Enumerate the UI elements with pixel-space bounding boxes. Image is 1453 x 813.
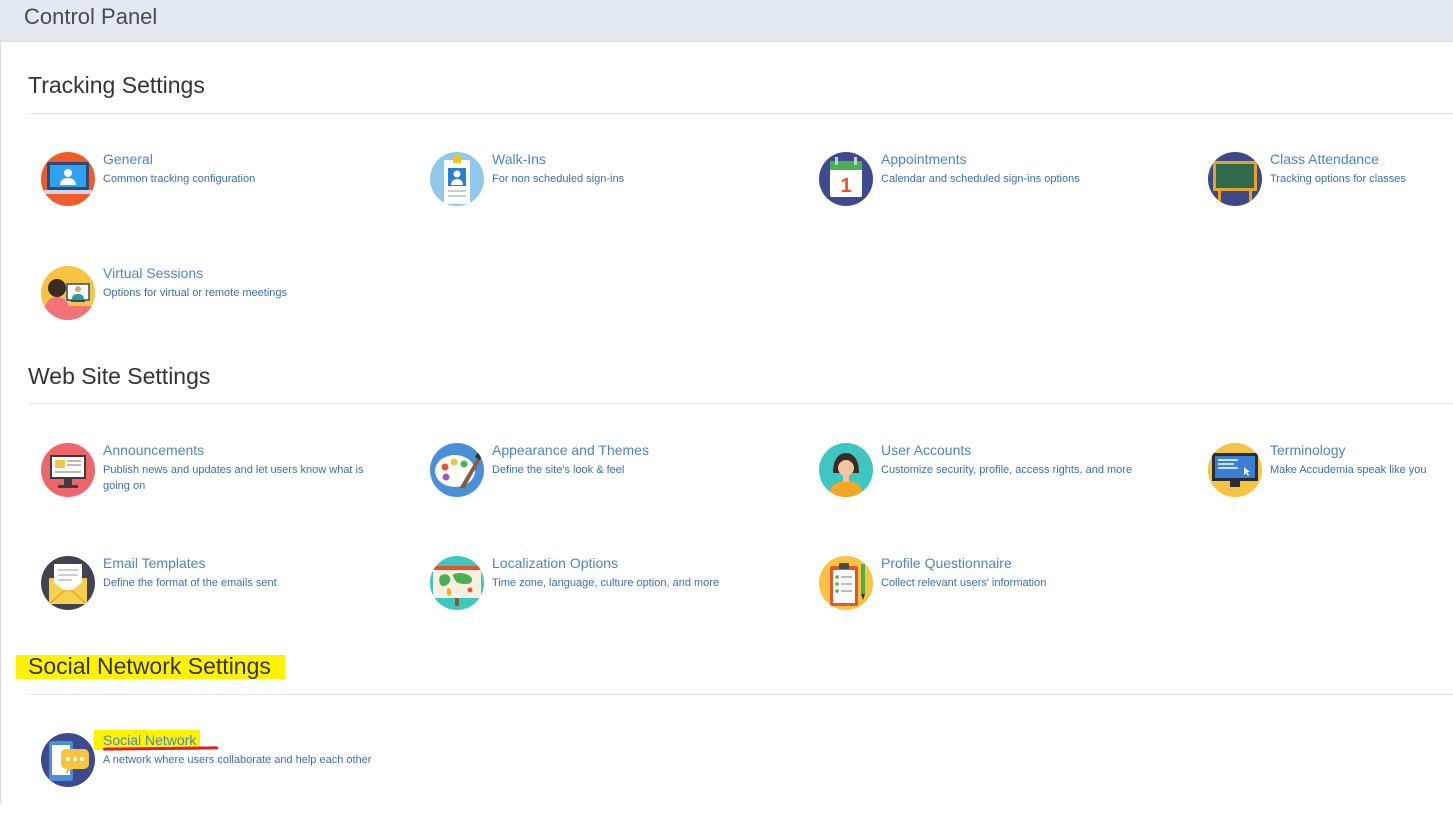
item-description: Define the site's look & feel [492, 464, 625, 476]
settings-item-walk-ins[interactable]: Walk-Ins For non scheduled sign-ins [418, 151, 798, 232]
item-title[interactable]: Email Templates [103, 555, 205, 571]
item-description: Make Accudemia speak like you [1270, 464, 1427, 476]
item-title[interactable]: Class Attendance [1270, 151, 1379, 167]
settings-item-appearance-themes[interactable]: Appearance and Themes Define the site's … [418, 442, 798, 523]
item-description: A network where users collaborate and he… [103, 754, 372, 766]
item-title[interactable]: Profile Questionnaire [881, 555, 1012, 571]
settings-item-social-network[interactable]: Social Network A network where users col… [29, 732, 409, 813]
section-title-tracking: Tracking Settings [28, 72, 205, 98]
clipboard-icon [819, 556, 873, 610]
settings-item-general[interactable]: General Common tracking configuration [29, 151, 409, 232]
section-divider [28, 694, 1453, 695]
item-title[interactable]: General [103, 151, 153, 167]
svg-text:1: 1 [840, 175, 851, 197]
settings-item-email-templates[interactable]: Email Templates Define the format of the… [29, 555, 409, 636]
settings-item-virtual-sessions[interactable]: Virtual Sessions Options for virtual or … [29, 265, 409, 346]
item-description: Collect relevant users' information [881, 577, 1047, 589]
megaphone-icon [41, 443, 95, 497]
item-description: Options for virtual or remote meetings [103, 287, 288, 299]
settings-item-terminology[interactable]: Terminology Make Accudemia speak like yo… [1196, 442, 1453, 523]
item-description: Tracking options for classes [1270, 173, 1406, 185]
item-title[interactable]: Appointments [881, 151, 967, 167]
settings-item-class-attendance[interactable]: Class Attendance Tracking options for cl… [1196, 151, 1453, 232]
settings-item-profile-questionnaire[interactable]: Profile Questionnaire Collect relevant u… [807, 555, 1187, 636]
monitor-icon [1208, 443, 1262, 497]
item-title[interactable]: Announcements [103, 442, 204, 458]
chalkboard-icon [1208, 152, 1262, 206]
item-title[interactable]: Walk-Ins [492, 151, 546, 167]
section-divider [28, 403, 1453, 404]
palette-icon [430, 443, 484, 497]
chat-bubble-icon [41, 733, 95, 787]
settings-item-announcements[interactable]: Announcements Publish news and updates a… [29, 442, 409, 523]
item-title[interactable]: Localization Options [492, 555, 618, 571]
left-border [0, 42, 1, 804]
item-description: Common tracking configuration [103, 173, 256, 185]
section-title-social-network: Social Network Settings [28, 653, 271, 679]
item-title[interactable]: Appearance and Themes [492, 442, 649, 458]
item-description: Calendar and scheduled sign-ins options [881, 173, 1080, 185]
badge-icon [430, 152, 484, 206]
item-description: For non scheduled sign-ins [492, 173, 625, 185]
video-call-icon [41, 266, 95, 320]
control-panel-header: Control Panel [0, 0, 1453, 42]
settings-item-user-accounts[interactable]: User Accounts Customize security, profil… [807, 442, 1187, 523]
item-description: Define the format of the emails sent [103, 577, 277, 589]
page-title: Control Panel [24, 4, 158, 29]
item-description: Time zone, language, culture option, and… [492, 577, 720, 589]
section-title-web-site: Web Site Settings [28, 363, 211, 389]
item-title[interactable]: Social Network [103, 732, 196, 748]
item-title[interactable]: Terminology [1270, 442, 1345, 458]
section-divider [28, 113, 1453, 114]
user-avatar-icon [819, 443, 873, 497]
calendar-icon: 1 [819, 152, 873, 206]
item-description: Publish news and updates and let users k… [103, 464, 364, 492]
item-title[interactable]: User Accounts [881, 442, 971, 458]
settings-item-localization[interactable]: Localization Options Time zone, language… [418, 555, 798, 636]
item-title[interactable]: Virtual Sessions [103, 265, 203, 281]
envelope-icon [41, 556, 95, 610]
item-description: Customize security, profile, access righ… [881, 464, 1133, 476]
world-map-icon [430, 556, 484, 610]
laptop-user-icon [41, 152, 95, 206]
settings-item-appointments[interactable]: 1 Appointments Calendar and scheduled si… [807, 151, 1187, 232]
